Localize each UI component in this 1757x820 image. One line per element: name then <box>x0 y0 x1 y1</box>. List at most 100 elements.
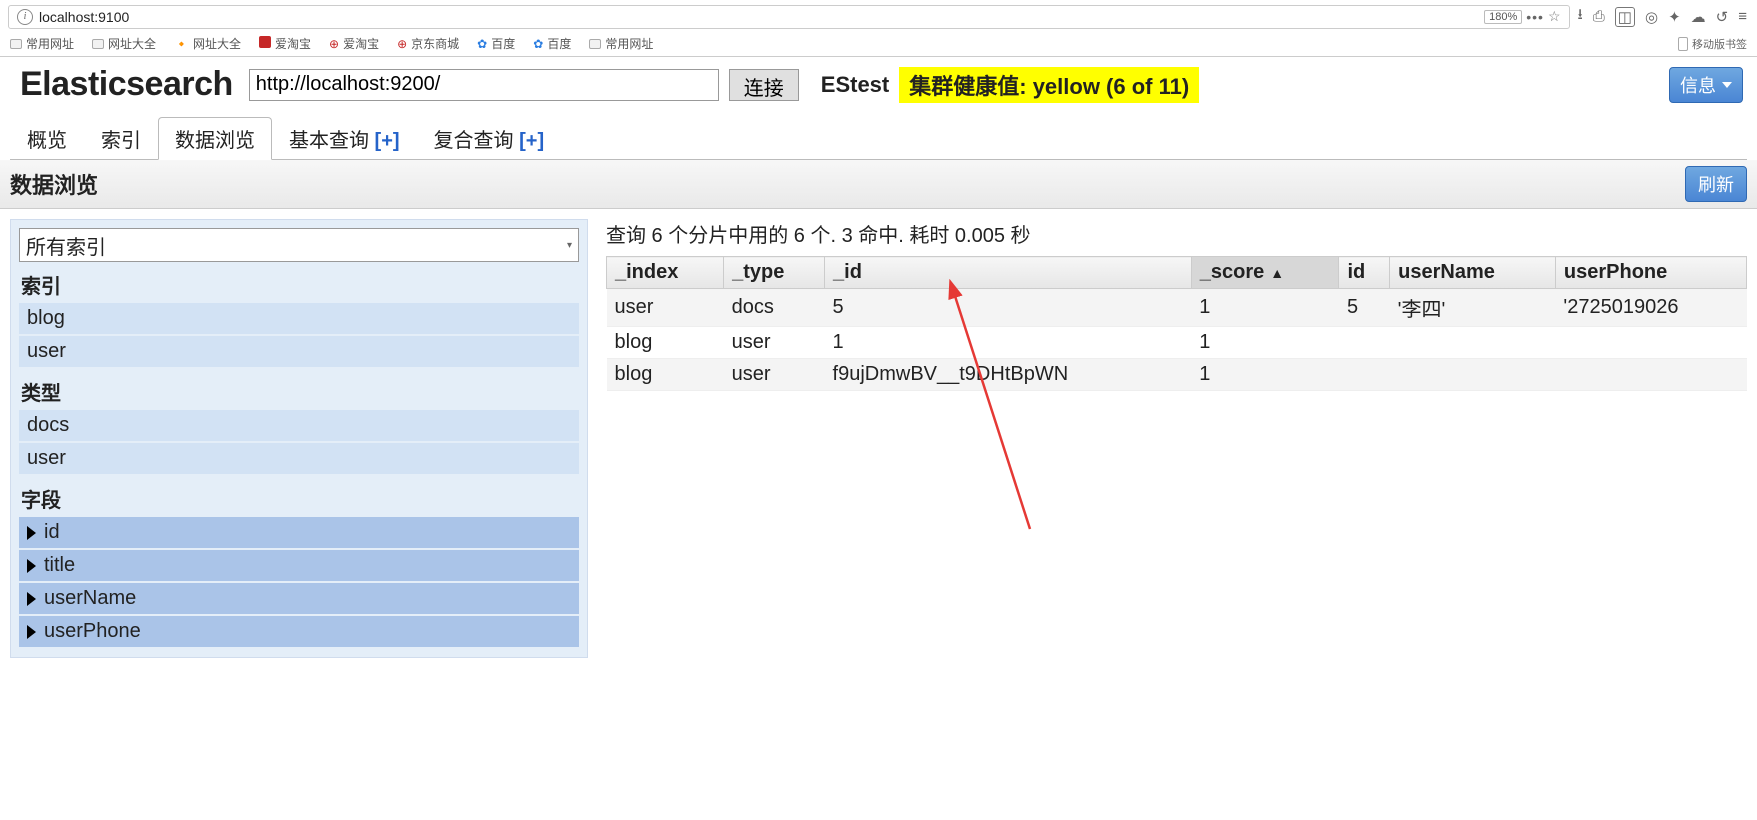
cell-userPhone <box>1555 359 1746 391</box>
sidebar-group-header: 索引 <box>19 262 579 303</box>
cell-userPhone: '2725019026 <box>1555 289 1746 327</box>
bookmark-item[interactable]: ✿百度 <box>477 35 515 52</box>
tabs-bar: 概览索引数据浏览基本查询 [+]复合查询 [+] <box>10 116 1747 160</box>
download-icon[interactable]: ⭳ <box>1578 4 1583 29</box>
library-icon[interactable]: ⎙ <box>1593 8 1605 25</box>
cell-_index: blog <box>607 327 724 359</box>
shield-icon[interactable]: ◎ <box>1645 8 1658 26</box>
results-pane: 查询 6 个分片中用的 6 个. 3 命中. 耗时 0.005 秒 _index… <box>606 219 1747 658</box>
subheader-title: 数据浏览 <box>10 168 98 200</box>
cell-userName: '李四' <box>1390 289 1556 327</box>
cell-_index: user <box>607 289 724 327</box>
sidebar-toggle-icon[interactable]: ◫ <box>1615 7 1635 27</box>
app-title: Elasticsearch <box>14 61 239 108</box>
sidebar-item-id[interactable]: id <box>19 517 579 548</box>
cluster-url-input[interactable] <box>249 69 719 101</box>
column-header-id[interactable]: id <box>1339 257 1390 289</box>
tab-索引[interactable]: 索引 <box>84 117 158 159</box>
caret-down-icon <box>1722 82 1732 88</box>
tab-基本查询[interactable]: 基本查询 [+] <box>272 117 417 159</box>
bookmark-item[interactable]: 网址大全 <box>92 35 156 52</box>
column-header-_score[interactable]: _score▲ <box>1191 257 1339 289</box>
column-header-_id[interactable]: _id <box>825 257 1192 289</box>
column-header-_type[interactable]: _type <box>724 257 825 289</box>
tab-概览[interactable]: 概览 <box>10 117 84 159</box>
chevron-down-icon: ▾ <box>567 240 572 251</box>
bookmark-item[interactable]: 🔸网址大全 <box>174 35 241 52</box>
sort-asc-icon: ▲ <box>1264 265 1284 281</box>
cell-_score: 1 <box>1191 289 1339 327</box>
bookmark-icon: ⊕ <box>329 37 339 51</box>
expand-icon <box>27 559 36 573</box>
tab-复合查询[interactable]: 复合查询 [+] <box>417 117 562 159</box>
bookmark-icon: 🔸 <box>174 37 189 51</box>
zoom-indicator[interactable]: 180% <box>1484 10 1522 24</box>
cell-_score: 1 <box>1191 359 1339 391</box>
cell-id <box>1339 327 1390 359</box>
bookmark-item[interactable]: 爱淘宝 <box>259 35 311 52</box>
cell-_id: 1 <box>825 327 1192 359</box>
sidebar: 所有索引 ▾ 索引bloguser类型docsuser字段idtitleuser… <box>10 219 588 658</box>
bookmark-item[interactable]: 常用网址 <box>589 35 653 52</box>
sidebar-item-docs[interactable]: docs <box>19 410 579 441</box>
cell-id: 5 <box>1339 289 1390 327</box>
sidebar-item-userName[interactable]: userName <box>19 583 579 614</box>
cell-id <box>1339 359 1390 391</box>
bookmark-icon <box>259 36 271 51</box>
sidebar-item-user[interactable]: user <box>19 336 579 367</box>
expand-icon <box>27 625 36 639</box>
table-row[interactable]: userdocs515'李四''2725019026 <box>607 289 1747 327</box>
page-actions-icon[interactable]: ••• <box>1526 9 1544 25</box>
info-dropdown-button[interactable]: 信息 <box>1669 67 1743 103</box>
plus-icon: [+] <box>514 130 545 152</box>
browser-chrome: i localhost:9100 180% ••• ⭳ ⎙ ◫ ◎ ✦ ☁ ↺ … <box>0 0 1757 57</box>
column-header-_index[interactable]: _index <box>607 257 724 289</box>
menu-icon[interactable]: ≡ <box>1738 8 1747 25</box>
table-row[interactable]: bloguser11 <box>607 327 1747 359</box>
cluster-name: EStest <box>809 72 889 98</box>
url-text: localhost:9100 <box>39 9 129 25</box>
bookmark-item[interactable]: ⊕京东商城 <box>397 35 459 52</box>
sidebar-group-header: 类型 <box>19 369 579 410</box>
column-header-userPhone[interactable]: userPhone <box>1555 257 1746 289</box>
sidebar-item-blog[interactable]: blog <box>19 303 579 334</box>
mobile-bookmarks[interactable]: 移动版书签 <box>1678 36 1747 52</box>
index-select[interactable]: 所有索引 ▾ <box>19 228 579 262</box>
cell-userName <box>1390 327 1556 359</box>
cell-_type: user <box>724 327 825 359</box>
bookmark-item[interactable]: ✿百度 <box>533 35 571 52</box>
cell-_id: 5 <box>825 289 1192 327</box>
address-bar[interactable]: i localhost:9100 180% ••• <box>8 5 1570 29</box>
tab-数据浏览[interactable]: 数据浏览 <box>158 117 272 160</box>
cell-_score: 1 <box>1191 327 1339 359</box>
note-icon[interactable]: ☁ <box>1691 8 1706 26</box>
refresh-button[interactable]: 刷新 <box>1685 166 1747 202</box>
sidebar-item-title[interactable]: title <box>19 550 579 581</box>
cell-_type: user <box>724 359 825 391</box>
chat-icon[interactable]: ✦ <box>1668 8 1681 26</box>
connect-button[interactable]: 连接 <box>729 69 799 101</box>
sidebar-group-header: 字段 <box>19 476 579 517</box>
reload-icon[interactable]: ↺ <box>1716 8 1729 26</box>
bookmarks-bar: 常用网址 网址大全 🔸网址大全 爱淘宝 ⊕爱淘宝 ⊕京东商城 ✿百度 ✿百度 常用网址 <box>10 35 653 52</box>
sidebar-item-userPhone[interactable]: userPhone <box>19 616 579 647</box>
app-header: Elasticsearch 连接 EStest 集群健康值: yellow (6… <box>10 57 1747 108</box>
table-header-row: _index_type_id_score▲iduserNameuserPhone <box>607 257 1747 289</box>
bookmark-icon: ⊕ <box>397 37 407 51</box>
browser-toolbar-icons: ⭳ ⎙ ◫ ◎ ✦ ☁ ↺ ≡ <box>1576 4 1749 29</box>
results-table: _index_type_id_score▲iduserNameuserPhone… <box>606 256 1747 391</box>
cluster-health-badge: 集群健康值: yellow (6 of 11) <box>899 67 1199 103</box>
expand-icon <box>27 526 36 540</box>
bookmark-icon <box>589 39 601 49</box>
expand-icon <box>27 592 36 606</box>
bookmark-item[interactable]: 常用网址 <box>10 35 74 52</box>
site-info-icon[interactable]: i <box>17 9 33 25</box>
bookmark-item[interactable]: ⊕爱淘宝 <box>329 35 379 52</box>
bookmark-star-icon[interactable] <box>1548 8 1561 25</box>
cell-userName <box>1390 359 1556 391</box>
column-header-userName[interactable]: userName <box>1390 257 1556 289</box>
sidebar-item-user[interactable]: user <box>19 443 579 474</box>
cell-_type: docs <box>724 289 825 327</box>
subheader-bar: 数据浏览 刷新 <box>0 160 1757 209</box>
table-row[interactable]: bloguserf9ujDmwBV__t9DHtBpWN1 <box>607 359 1747 391</box>
